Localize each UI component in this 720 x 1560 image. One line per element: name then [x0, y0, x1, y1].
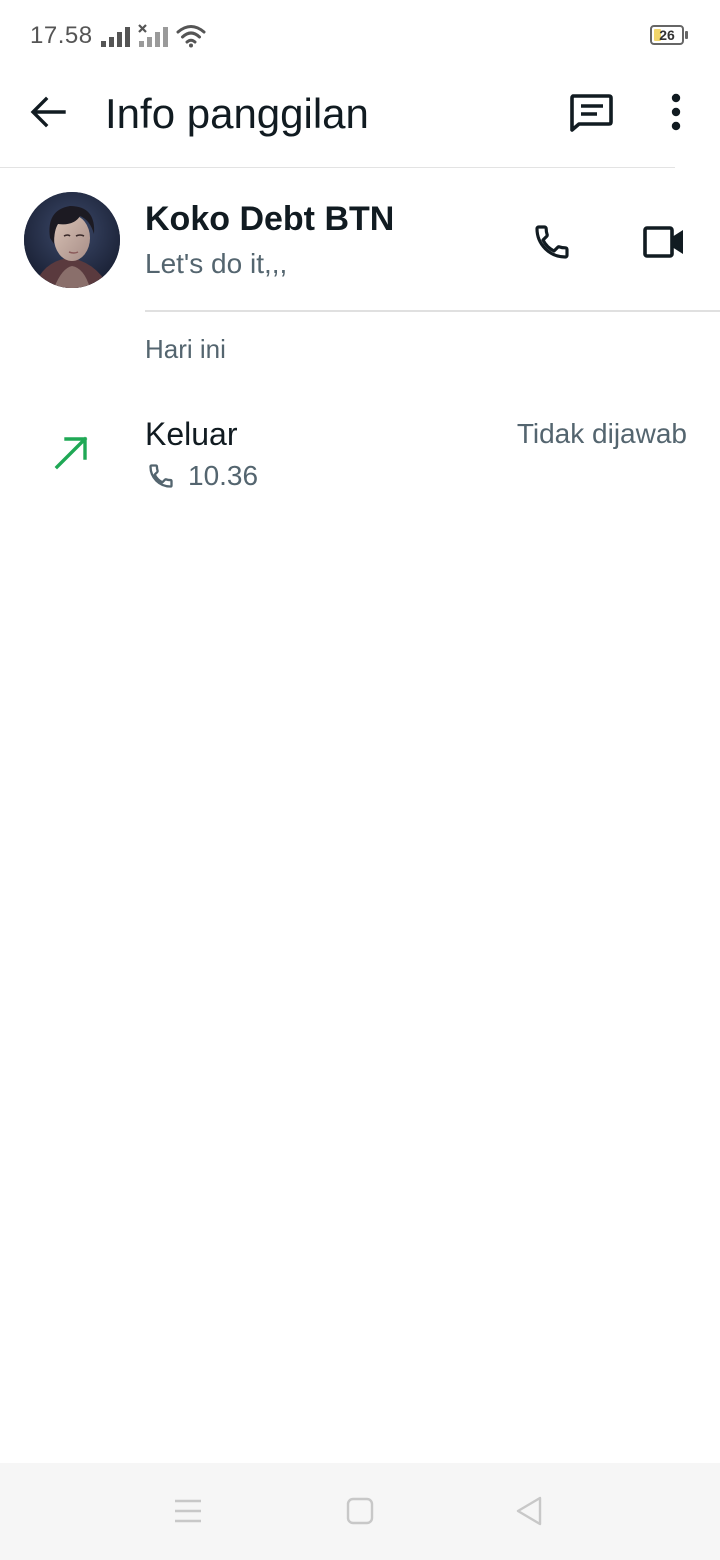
- phone-icon: [147, 462, 175, 495]
- back-arrow-icon: [30, 96, 66, 128]
- call-direction-label: Keluar: [145, 416, 238, 452]
- app-bar: Info panggilan: [0, 72, 720, 168]
- more-vert-icon: [671, 93, 681, 131]
- call-log-entry: Keluar 10.36 Tidak dijawab: [0, 398, 720, 508]
- system-nav-bar: [0, 1463, 720, 1560]
- more-options-button[interactable]: [652, 88, 700, 136]
- page-title: Info panggilan: [105, 90, 369, 137]
- contact-row[interactable]: Koko Debt BTN Let's do it,,,: [0, 168, 720, 310]
- contact-name: Koko Debt BTN: [145, 200, 395, 238]
- avatar-image: [24, 192, 120, 288]
- avatar[interactable]: [24, 192, 120, 288]
- home-icon: [346, 1497, 374, 1525]
- signal-icon: [100, 26, 132, 53]
- message-icon: [570, 94, 613, 132]
- menu-icon: [175, 1499, 201, 1523]
- video-camera-icon: [643, 226, 683, 258]
- call-result: Tidak dijawab: [516, 418, 687, 449]
- back-triangle-icon: [516, 1496, 542, 1526]
- wifi-icon: [176, 24, 206, 53]
- call-info-screen: 17.58 26 Info panggilan Koko Debt BTN Le…: [0, 0, 720, 1560]
- section-date-label: Hari ini: [145, 334, 226, 364]
- battery-icon: 26: [650, 25, 684, 45]
- contact-status: Let's do it,,,: [145, 248, 288, 279]
- signal-no-service-icon: [138, 24, 170, 53]
- status-bar: 17.58 26: [0, 0, 720, 72]
- nav-back-button[interactable]: [512, 1493, 548, 1529]
- contact-divider: [145, 310, 720, 312]
- back-button[interactable]: [24, 88, 72, 136]
- battery-level-text: 26: [659, 27, 675, 43]
- outgoing-arrow-icon: [52, 434, 90, 477]
- phone-icon: [535, 225, 569, 259]
- voice-call-button[interactable]: [524, 214, 580, 270]
- nav-menu-button[interactable]: [170, 1493, 206, 1529]
- nav-home-button[interactable]: [342, 1493, 378, 1529]
- call-time: 10.36: [188, 460, 259, 491]
- status-time: 17.58: [30, 22, 93, 49]
- message-button[interactable]: [566, 88, 618, 136]
- battery-nub: [685, 31, 688, 39]
- video-call-button[interactable]: [636, 214, 692, 270]
